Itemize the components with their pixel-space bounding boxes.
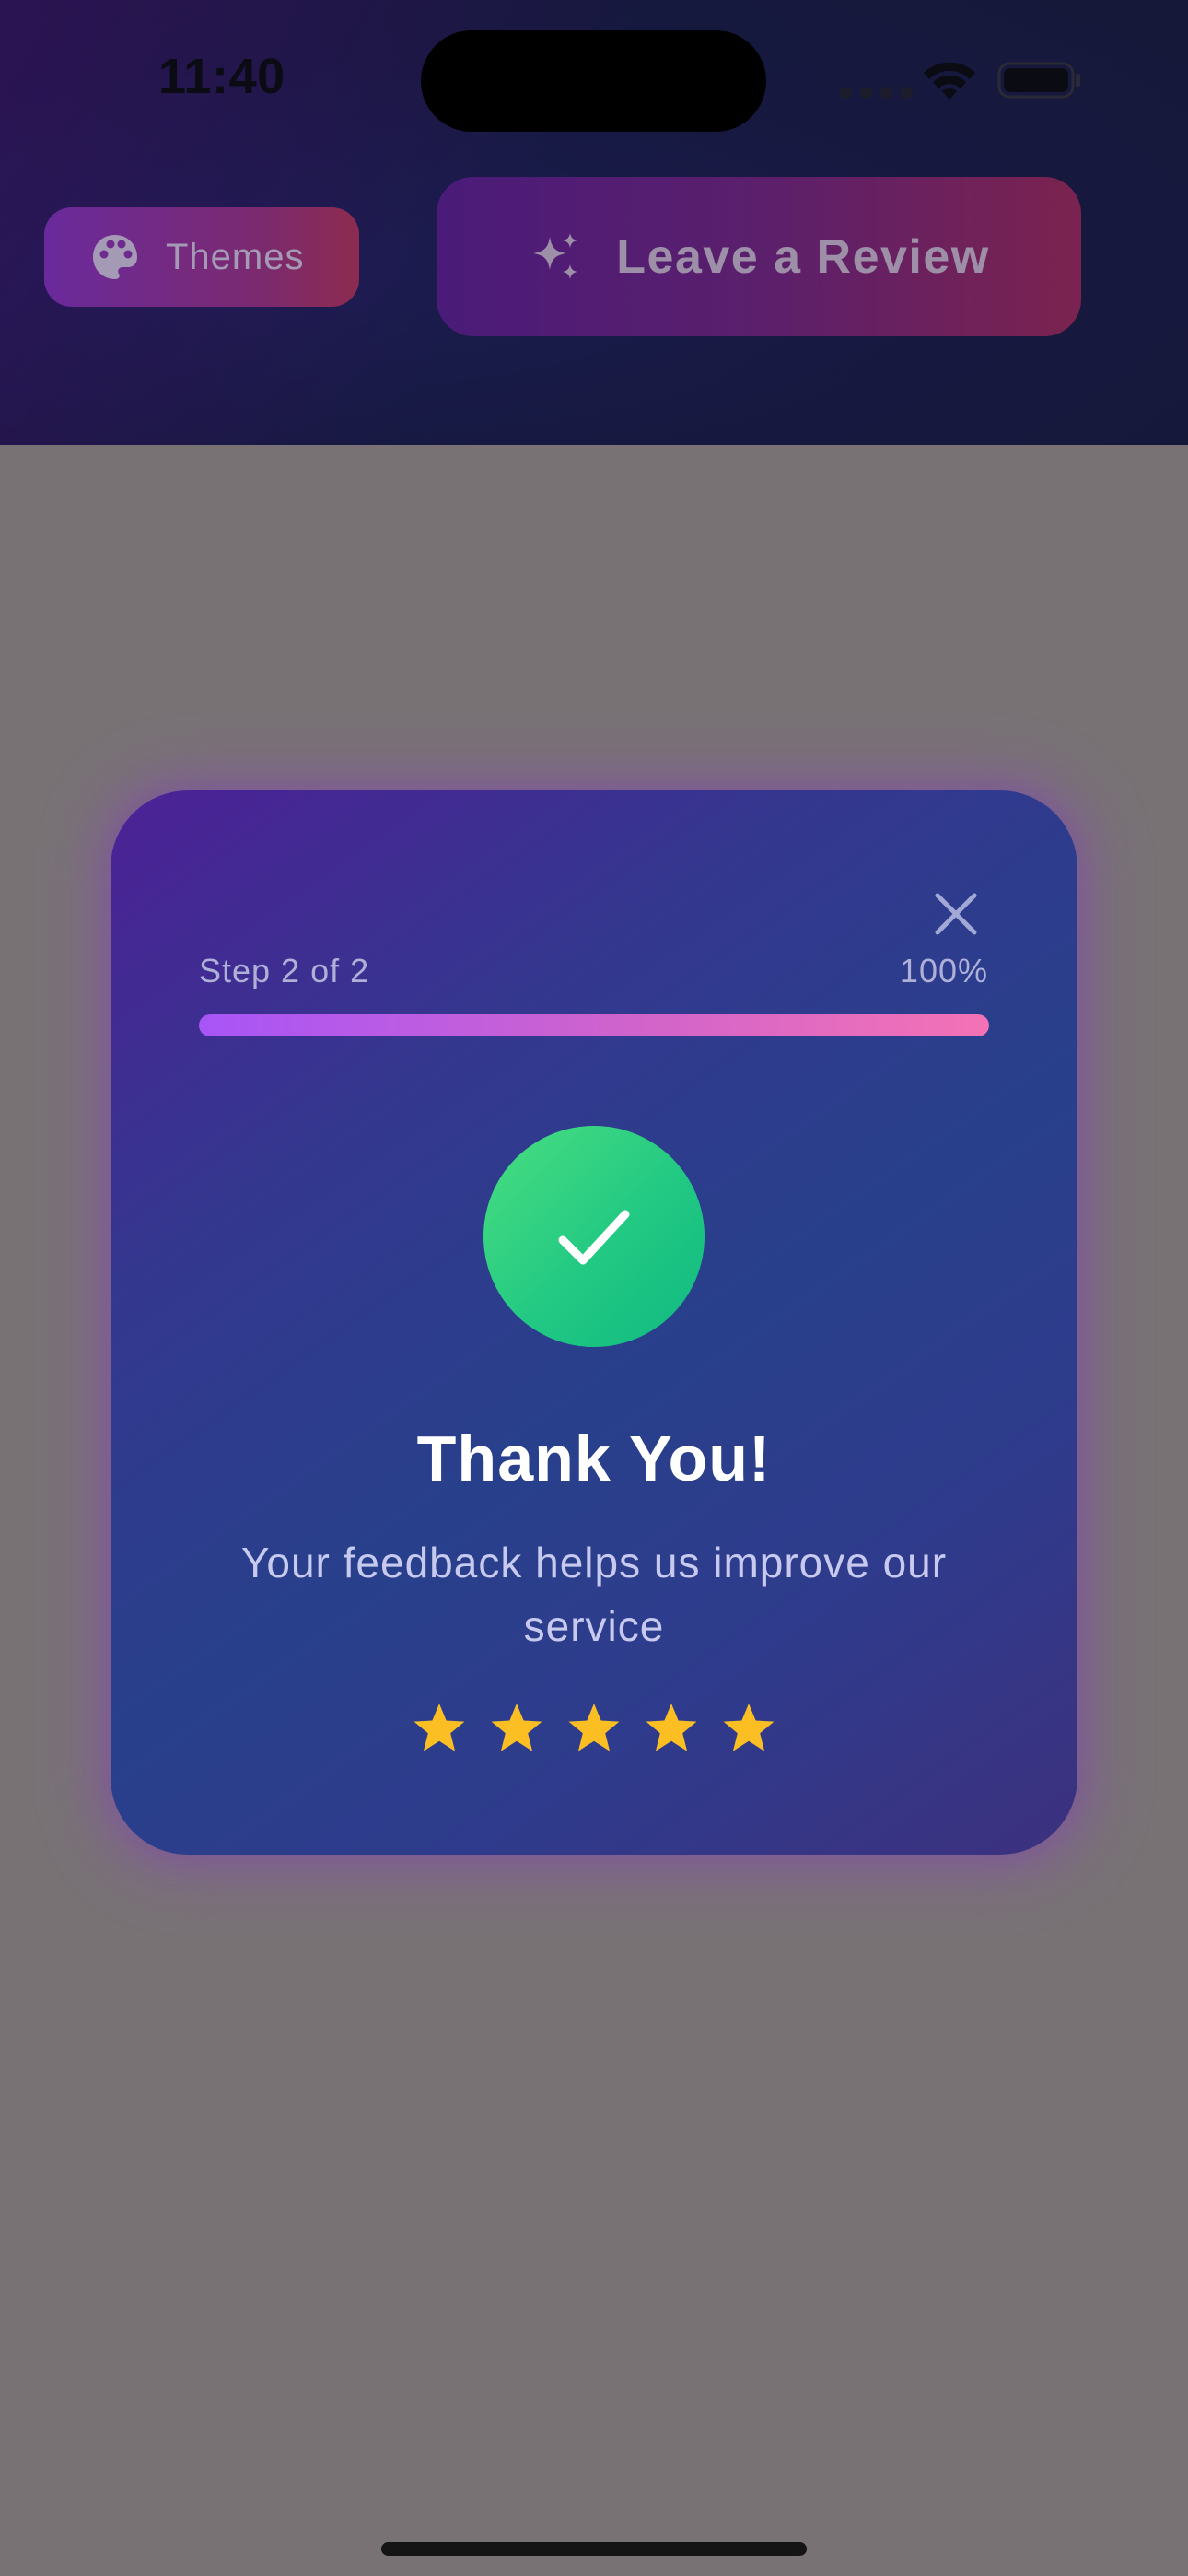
palette-icon xyxy=(93,235,137,279)
progress-bar xyxy=(199,1014,989,1036)
dynamic-island xyxy=(421,30,766,132)
home-indicator[interactable] xyxy=(381,2542,807,2556)
status-time: 11:40 xyxy=(158,49,285,104)
checkmark-icon xyxy=(558,1210,630,1265)
battery-icon xyxy=(997,62,1080,99)
star-icon xyxy=(646,1704,697,1751)
modal-subtitle: Your feedback helps us improve our servi… xyxy=(240,1539,948,1650)
progress-fill xyxy=(199,1014,989,1036)
modal-title: Thank You! xyxy=(416,1423,772,1494)
cellular-dots-icon xyxy=(840,87,913,99)
star-icon xyxy=(568,1704,620,1751)
step-label: Step 2 of 2 xyxy=(199,952,370,989)
themes-button[interactable]: Themes xyxy=(44,207,359,307)
screen: 11:40 Themes Leave a Review Step 2 of 2 … xyxy=(0,0,1188,2576)
success-badge xyxy=(483,1126,705,1347)
star-icon xyxy=(491,1704,542,1751)
wifi-icon xyxy=(924,62,975,100)
progress-percent: 100% xyxy=(899,952,988,989)
star-icon xyxy=(413,1704,465,1751)
leave-review-label: Leave a Review xyxy=(616,229,990,284)
star-icon xyxy=(723,1704,775,1751)
star-rating xyxy=(111,1701,1077,1756)
sparkles-icon xyxy=(533,232,578,279)
leave-review-button[interactable]: Leave a Review xyxy=(437,177,1081,336)
close-icon[interactable] xyxy=(930,888,982,940)
themes-button-label: Themes xyxy=(166,236,305,277)
